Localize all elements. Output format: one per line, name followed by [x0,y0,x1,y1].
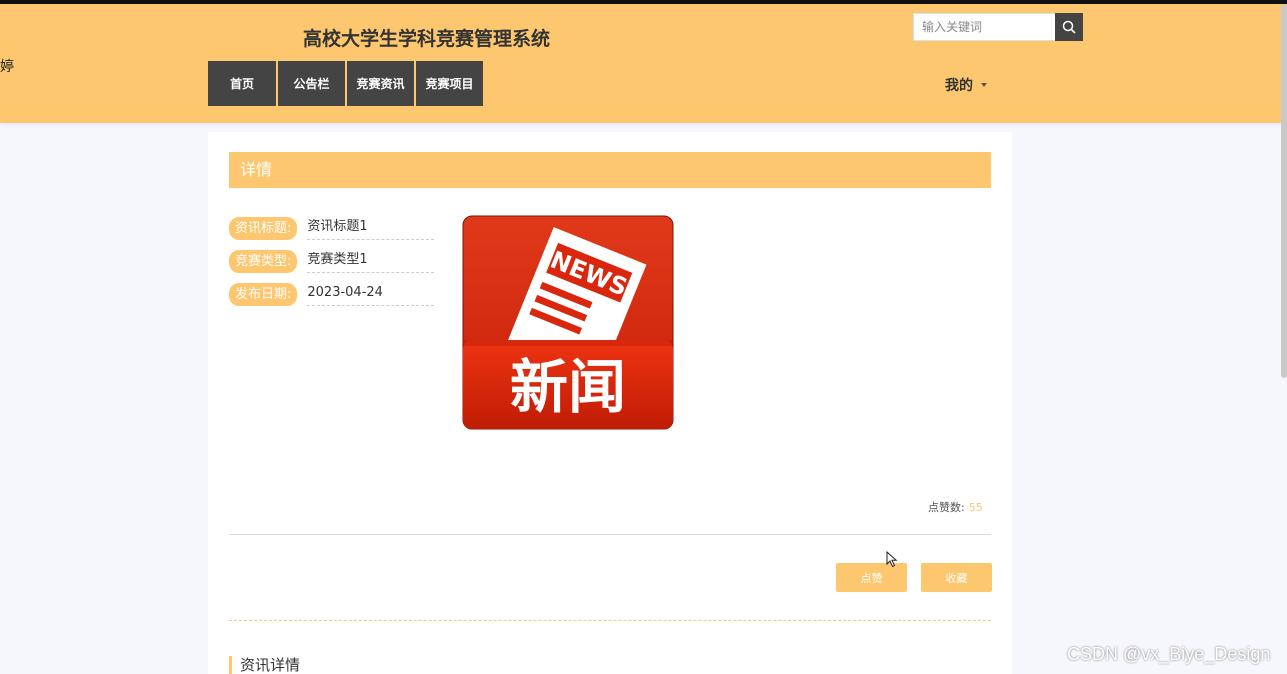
field-label: 竞赛类型: [229,249,298,273]
nav-competition-news[interactable]: 竞赛资讯 [347,61,414,106]
page-scrollbar[interactable] [1281,4,1287,378]
field-value: 资讯标题1 [307,216,435,240]
nav-competition-projects[interactable]: 竞赛项目 [416,61,483,106]
field-publish-date: 发布日期: 2023-04-24 [229,282,435,306]
field-label: 资讯标题: [229,216,298,240]
field-value: 竞赛类型1 [307,249,435,273]
site-header: 婷 高校大学生学科竞赛管理系统 首页 公告栏 竞赛资讯 竞赛项目 我的 [0,4,1287,123]
nav-notices[interactable]: 公告栏 [278,61,345,106]
field-news-title: 资讯标题: 资讯标题1 [229,216,435,240]
favorite-button[interactable]: 收藏 [921,563,992,592]
caret-down-icon [981,83,987,87]
search-button[interactable] [1055,13,1083,41]
main-nav: 首页 公告栏 竞赛资讯 竞赛项目 [208,61,483,106]
mouse-cursor-icon [886,551,898,568]
dashed-divider [229,620,991,621]
nav-home[interactable]: 首页 [208,61,276,106]
search-bar [913,13,1083,41]
news-image-bottom-word: 新闻 [510,353,626,421]
edge-glyph: 婷 [0,59,14,75]
field-competition-type: 竞赛类型: 竞赛类型1 [229,249,435,273]
field-value: 2023-04-24 [307,282,435,306]
site-title: 高校大学生学科竞赛管理系统 [303,28,551,50]
like-count-label: 点赞数: [928,501,965,514]
like-count-value: 55 [968,501,983,514]
user-menu[interactable]: 我的 [945,75,987,95]
search-input[interactable] [913,13,1055,41]
detail-panel: 详情 资讯标题: 资讯标题1 竞赛类型: 竞赛类型1 发布日期: 2023-04… [208,132,1012,674]
search-icon [1062,20,1076,34]
user-menu-label: 我的 [945,78,973,94]
watermark: CSDN @vx_Biye_Design [1067,644,1271,664]
news-image: NEWS 新闻 [462,215,674,430]
like-count: 点赞数: 55 [928,499,983,515]
field-label: 发布日期: [229,282,298,306]
divider [229,534,991,535]
section-title: 详情 [229,152,991,188]
content-heading: 资讯详情 [229,656,300,674]
